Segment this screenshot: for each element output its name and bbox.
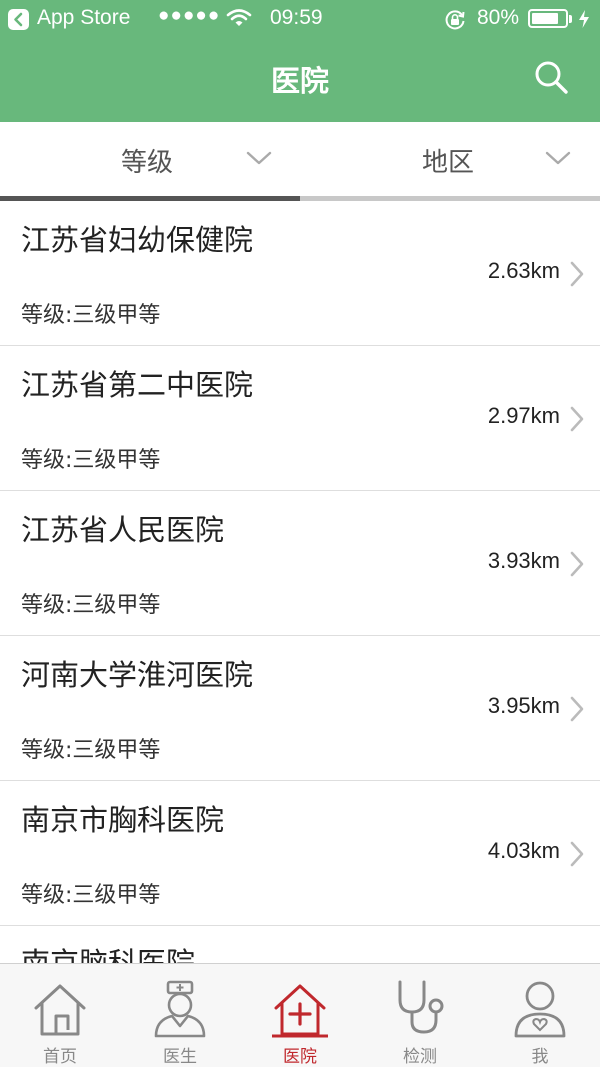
hospital-row[interactable]: 江苏省第二中医院 2.97km 等级:三级甲等 xyxy=(0,346,600,491)
hospital-row[interactable]: 南京脑科医院 xyxy=(0,926,600,963)
grade-filter-label: 等级 xyxy=(121,148,174,178)
hospital-name: 河南大学淮河医院 xyxy=(21,658,254,692)
chevron-down-icon xyxy=(545,151,571,165)
hospital-name: 江苏省第二中医院 xyxy=(21,368,254,402)
tab-doctor[interactable]: 医生 xyxy=(120,964,240,1068)
search-icon[interactable] xyxy=(532,58,572,98)
status-time: 09:59 xyxy=(270,6,323,29)
signal-strength-icon: ●●●●● xyxy=(158,5,221,26)
tab-home[interactable]: 首页 xyxy=(0,964,120,1068)
region-filter[interactable]: 地区 xyxy=(300,122,600,197)
battery-nub xyxy=(569,15,572,23)
hospital-distance: 4.03km xyxy=(487,838,560,863)
chevron-right-icon xyxy=(570,696,584,722)
hospital-grade: 等级:三级甲等 xyxy=(21,593,161,618)
hospital-distance: 2.97km xyxy=(487,403,560,428)
hospital-distance: 2.63km xyxy=(487,258,560,283)
tab-home-label: 首页 xyxy=(43,1047,77,1067)
home-icon xyxy=(34,984,86,1036)
page-title: 医院 xyxy=(270,64,329,98)
hospital-name: 江苏省人民医院 xyxy=(21,513,225,547)
hospital-row[interactable]: 江苏省人民医院 3.93km 等级:三级甲等 xyxy=(0,491,600,636)
orientation-lock-icon xyxy=(444,9,466,36)
back-app-label[interactable]: App Store xyxy=(37,6,130,30)
hospital-distance: 3.95km xyxy=(487,693,560,718)
tab-checkup-label: 检测 xyxy=(403,1047,437,1067)
status-bar: App Store ●●●●● 09:59 80% xyxy=(0,0,600,40)
hospital-name: 江苏省妇幼保健院 xyxy=(21,223,254,257)
hospital-grade: 等级:三级甲等 xyxy=(21,738,161,763)
battery-fill xyxy=(532,13,558,24)
profile-icon xyxy=(514,981,566,1038)
hospital-grade: 等级:三级甲等 xyxy=(21,448,161,473)
bottom-tab-bar: 首页 医生 医院 检测 我 xyxy=(0,963,600,1067)
tab-me-label: 我 xyxy=(531,1047,549,1067)
stethoscope-icon xyxy=(398,980,444,1034)
search-button[interactable] xyxy=(532,58,572,98)
battery-icon xyxy=(528,9,568,28)
back-to-app-icon[interactable] xyxy=(8,9,29,30)
region-filter-label: 地区 xyxy=(422,148,475,178)
hospital-name: 南京脑科医院 xyxy=(21,946,196,963)
tab-doctor-label: 医生 xyxy=(163,1047,197,1067)
chevron-right-icon xyxy=(570,261,584,287)
tab-checkup[interactable]: 检测 xyxy=(360,964,480,1068)
hospital-row[interactable]: 河南大学淮河医院 3.95km 等级:三级甲等 xyxy=(0,636,600,781)
chevron-right-icon xyxy=(570,841,584,867)
tab-hospital-label: 医院 xyxy=(283,1047,317,1067)
nav-bar: 医院 xyxy=(0,40,600,122)
tab-hospital[interactable]: 医院 xyxy=(240,964,360,1068)
grade-filter[interactable]: 等级 xyxy=(0,122,300,197)
hospital-name: 南京市胸科医院 xyxy=(21,803,225,837)
app-header: App Store ●●●●● 09:59 80% 医院 xyxy=(0,0,600,122)
battery-percent: 80% xyxy=(477,6,520,29)
hospital-icon xyxy=(272,984,328,1038)
hospital-list[interactable]: 江苏省妇幼保健院 2.63km 等级:三级甲等 江苏省第二中医院 2.97km … xyxy=(0,201,600,963)
chevron-right-icon xyxy=(570,406,584,432)
filter-bar: 等级 地区 xyxy=(0,122,600,197)
hospital-distance: 3.93km xyxy=(487,548,560,573)
chevron-right-icon xyxy=(570,551,584,577)
hospital-row[interactable]: 南京市胸科医院 4.03km 等级:三级甲等 xyxy=(0,781,600,926)
chevron-down-icon xyxy=(246,151,272,165)
wifi-icon xyxy=(226,8,252,33)
hospital-grade: 等级:三级甲等 xyxy=(21,883,161,908)
tab-me[interactable]: 我 xyxy=(480,964,600,1068)
doctor-icon xyxy=(154,980,206,1038)
charging-bolt-icon xyxy=(578,9,590,34)
hospital-row[interactable]: 江苏省妇幼保健院 2.63km 等级:三级甲等 xyxy=(0,201,600,346)
hospital-grade: 等级:三级甲等 xyxy=(21,303,161,328)
